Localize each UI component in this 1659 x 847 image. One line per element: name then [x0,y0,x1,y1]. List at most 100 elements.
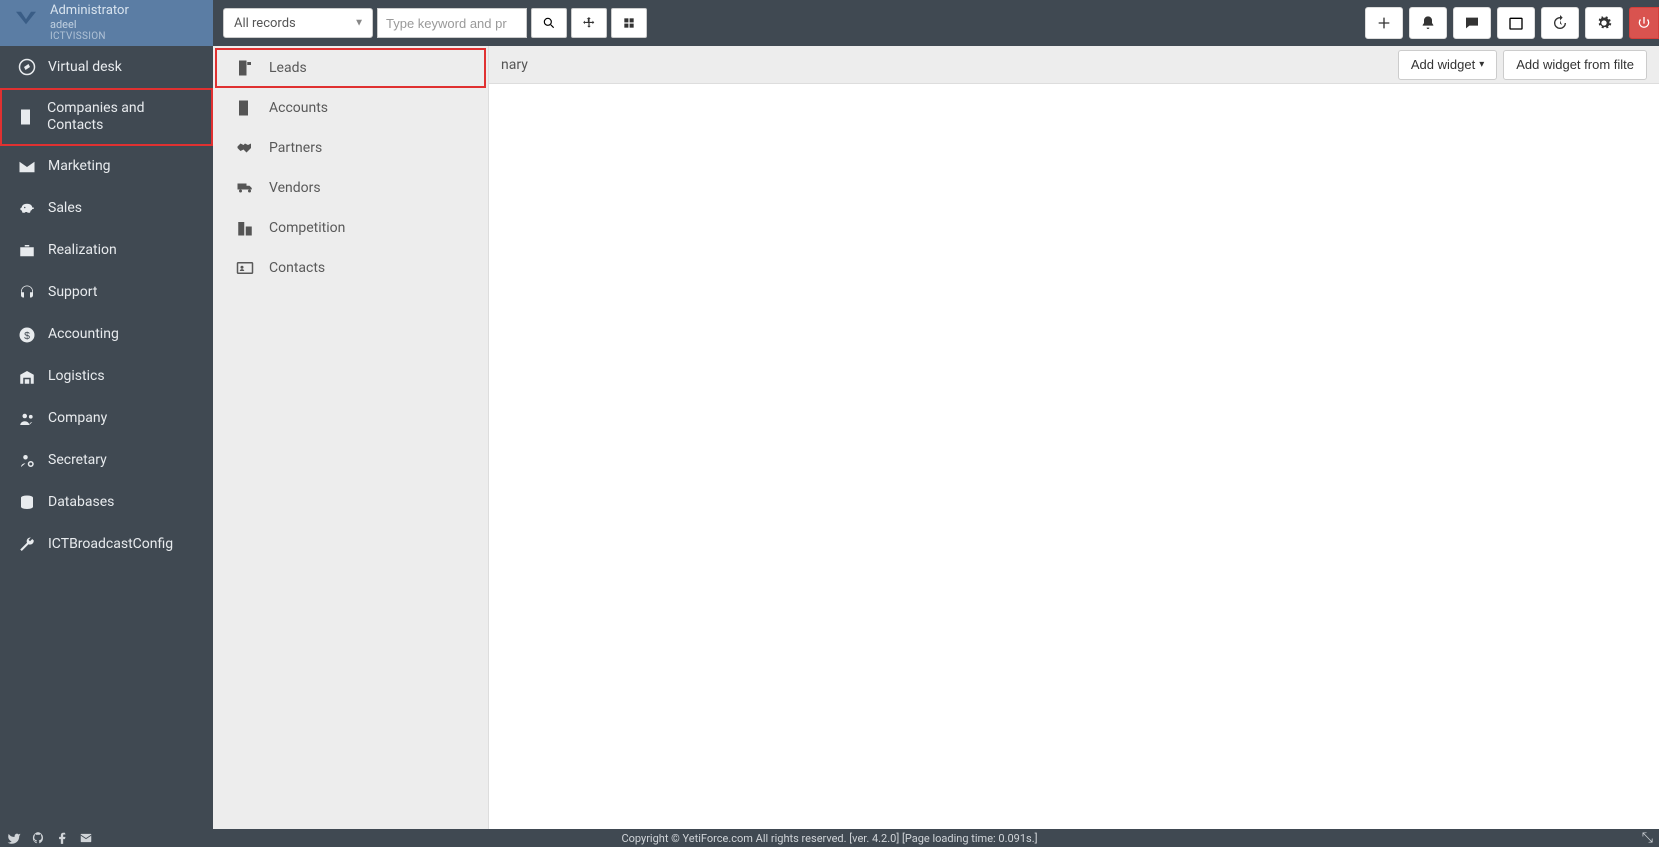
grid-button[interactable] [611,8,647,38]
sidebar-item-sales[interactable]: Sales [0,188,213,230]
submenu-item-vendors[interactable]: Vendors [215,168,486,208]
sidebar-item-virtual-desk[interactable]: Virtual desk [0,46,213,88]
submenu-item-competition[interactable]: Competition [215,208,486,248]
submenu-item-contacts[interactable]: Contacts [215,248,486,288]
sidebar-item-accounting[interactable]: Accounting [0,314,213,356]
topbar-actions [1365,7,1659,39]
person-cog-icon [14,452,40,470]
submenu-item-label: Partners [269,140,322,156]
history-button[interactable] [1541,7,1579,39]
search-icon [542,16,556,30]
submenu-item-leads[interactable]: Leads [215,48,486,88]
building-icon [14,108,39,126]
sidebar: Virtual desk Companies and Contacts Market… [0,46,213,847]
headset-icon [14,284,40,302]
logout-button[interactable] [1629,7,1659,39]
warehouse-icon [14,368,40,386]
sidebar-item-databases[interactable]: Databases [0,482,213,524]
submenu-item-label: Contacts [269,260,325,276]
sidebar-item-label: Realization [48,242,117,259]
user-block[interactable]: Administrator adeel ICTVISSION [0,0,213,46]
bell-icon [1420,15,1436,31]
breadcrumb-fragment: nary [501,57,528,73]
search-group: All records ▼ [223,8,647,38]
sidebar-item-company[interactable]: Company [0,398,213,440]
buildings-icon [231,219,259,237]
submenu-item-label: Vendors [269,180,321,196]
user-role: Administrator [50,4,129,18]
dollar-icon [14,326,40,344]
user-name: adeel [50,19,129,31]
sidebar-item-companies-and-contacts[interactable]: Companies and Contacts [0,88,213,146]
database-icon [14,494,40,512]
sidebar-item-realization[interactable]: Realization [0,230,213,272]
address-card-icon [231,259,259,277]
plus-icon [1376,15,1392,31]
piggy-icon [14,200,40,218]
briefcase-icon [14,242,40,260]
grid-icon [622,16,636,30]
submenu-item-label: Leads [269,60,307,76]
search-input[interactable] [377,8,527,38]
add-widget-button[interactable]: Add widget ▾ [1398,50,1497,80]
sidebar-item-label: Support [48,284,97,301]
twitter-icon[interactable] [6,831,22,845]
envelope-icon [14,158,40,176]
submenu-item-label: Accounts [269,100,328,116]
add-button[interactable] [1365,7,1403,39]
history-icon [1552,15,1568,31]
submenu-item-label: Competition [269,220,345,236]
footer-text: Copyright © YetiForce.com All rights res… [621,832,1037,845]
sidebar-item-label: Company [48,410,107,427]
power-icon [1636,15,1652,31]
sidebar-item-secretary[interactable]: Secretary [0,440,213,482]
sidebar-item-label: Logistics [48,368,105,385]
submenu: Leads Accounts Partners Vendors Competition C… [213,46,489,847]
add-widget-from-filter-label: Add widget from filte [1516,57,1634,72]
body: Virtual desk Companies and Contacts Market… [0,46,1659,847]
building-icon [231,99,259,117]
handshake-icon [231,139,259,157]
app-logo-icon [8,5,44,41]
search-button[interactable] [531,8,567,38]
sidebar-item-label: Companies and Contacts [47,100,199,134]
move-icon [582,16,596,30]
records-select-label: All records [234,16,296,31]
resize-handle-icon: ⤡ [1642,830,1653,846]
gear-icon [1596,15,1612,31]
move-button[interactable] [571,8,607,38]
submenu-item-accounts[interactable]: Accounts [215,88,486,128]
sidebar-item-label: Virtual desk [48,59,122,76]
add-widget-from-filter-button[interactable]: Add widget from filte [1503,50,1647,80]
mail-icon[interactable] [78,831,94,845]
sidebar-item-label: Databases [48,494,114,511]
truck-icon [231,179,259,197]
notifications-button[interactable] [1409,7,1447,39]
topbar: Administrator adeel ICTVISSION All recor… [0,0,1659,46]
main-header: nary Add widget ▾ Add widget from filte [489,46,1659,84]
sidebar-item-label: ICTBroadcastConfig [48,536,173,553]
main: nary Add widget ▾ Add widget from filte [489,46,1659,847]
facebook-icon[interactable] [54,831,70,845]
compass-icon [14,58,40,76]
chevron-down-icon: ▾ [1479,59,1484,70]
users-icon [14,410,40,428]
sidebar-item-logistics[interactable]: Logistics [0,356,213,398]
chat-icon [1464,15,1480,31]
wrench-icon [14,536,40,554]
footer-social [6,831,94,845]
submenu-item-partners[interactable]: Partners [215,128,486,168]
github-icon[interactable] [30,831,46,845]
sidebar-item-label: Marketing [48,158,111,175]
main-content [489,84,1659,847]
sidebar-item-support[interactable]: Support [0,272,213,314]
sidebar-item-marketing[interactable]: Marketing [0,146,213,188]
add-widget-label: Add widget [1411,57,1475,72]
chevron-down-icon: ▼ [354,18,364,29]
records-select[interactable]: All records ▼ [223,8,373,38]
sidebar-item-ictbroadcastconfig[interactable]: ICTBroadcastConfig [0,524,213,566]
calendar-button[interactable] [1497,7,1535,39]
building-flag-icon [231,59,259,77]
settings-button[interactable] [1585,7,1623,39]
chat-button[interactable] [1453,7,1491,39]
